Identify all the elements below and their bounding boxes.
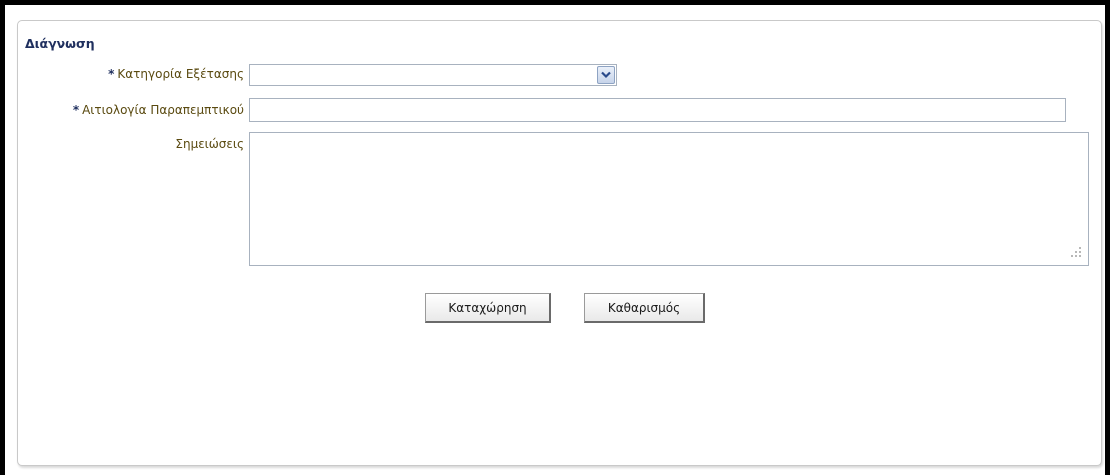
clear-button[interactable]: Καθαρισμός	[584, 293, 705, 323]
exam-category-label: * Κατηγορία Εξέτασης	[108, 67, 244, 81]
required-marker: *	[72, 103, 80, 117]
save-button[interactable]: Καταχώρηση	[425, 293, 551, 323]
exam-category-select[interactable]	[249, 64, 617, 86]
referral-reason-label-text: Αιτιολογία Παραπεμπτικού	[82, 103, 244, 117]
exam-category-label-text: Κατηγορία Εξέτασης	[117, 67, 244, 81]
notes-label-text: Σημειώσεις	[175, 137, 244, 151]
chevron-down-icon	[601, 71, 611, 79]
notes-textarea[interactable]	[249, 132, 1089, 266]
notes-label: Σημειώσεις	[175, 137, 244, 151]
resize-grip-icon[interactable]	[1070, 246, 1082, 258]
required-marker: *	[108, 67, 115, 81]
referral-reason-label: * Αιτιολογία Παραπεμπτικού	[73, 103, 244, 117]
panel-title: Διάγνωση	[25, 36, 95, 51]
referral-reason-input[interactable]	[249, 98, 1066, 122]
exam-category-dropdown-button[interactable]	[597, 66, 615, 84]
